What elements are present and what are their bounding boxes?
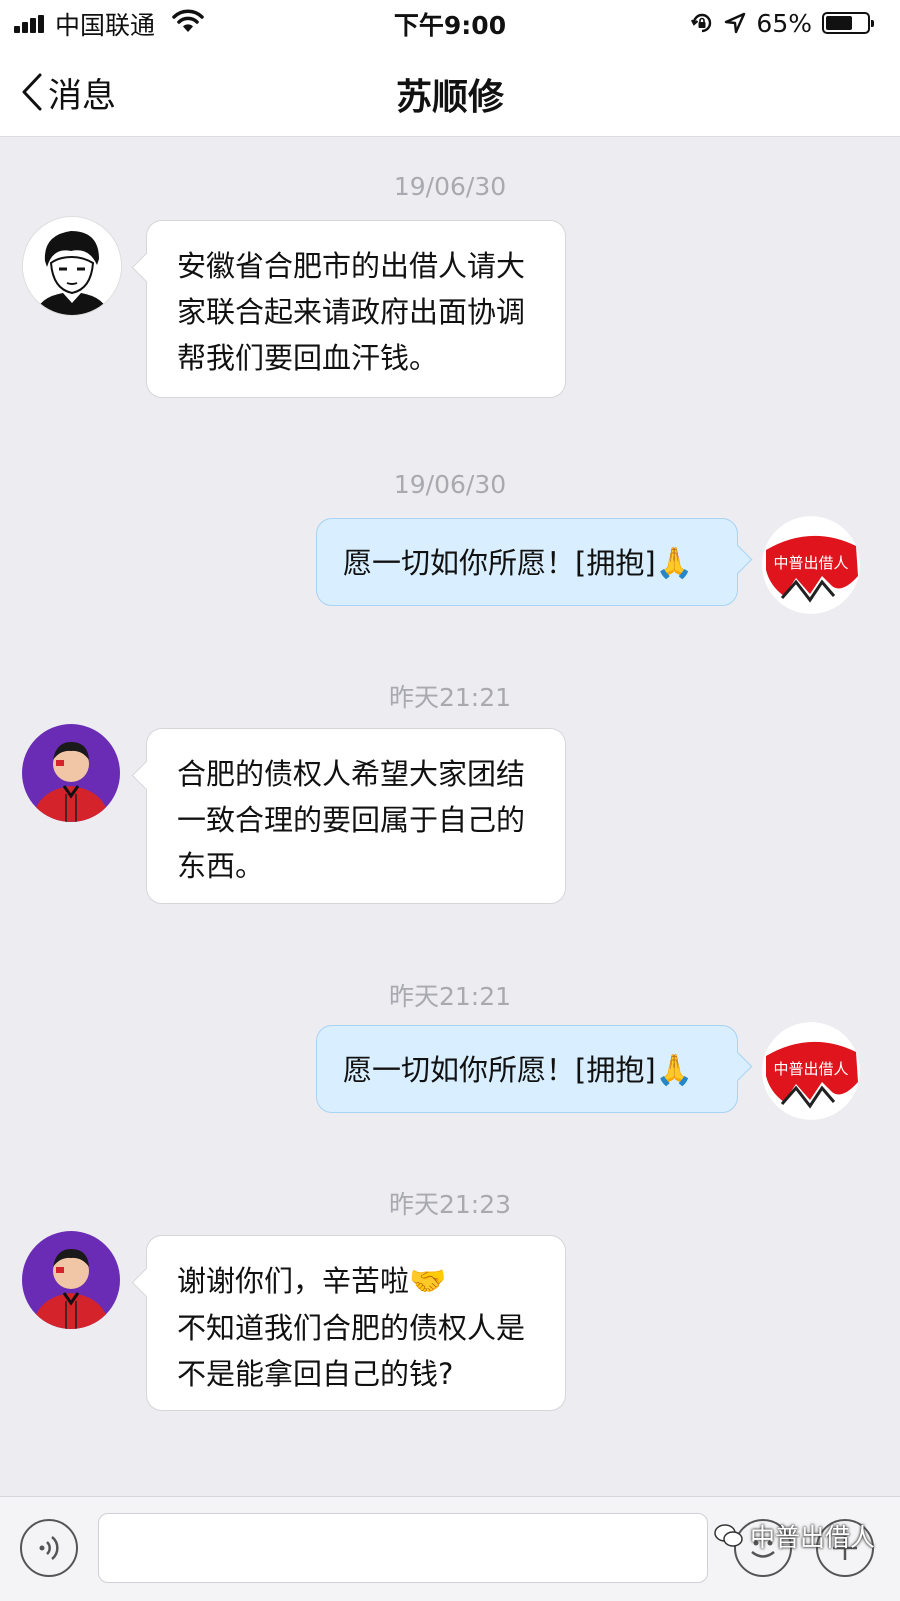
message-line: 一致合理的要回属于自己的 bbox=[177, 803, 526, 837]
message-line: 谢谢你们，辛苦啦 bbox=[177, 1264, 410, 1298]
timestamp: 19/06/30 bbox=[393, 172, 507, 201]
pray-emoji: 🙏 bbox=[655, 546, 693, 581]
logo-text: 中普出借人 bbox=[773, 1060, 848, 1078]
timestamp: 昨天21:21 bbox=[388, 982, 512, 1011]
message-bubble-incoming[interactable]: 安徽省合肥市的出借人请大 家联合起来请政府出面协调 帮我们要回血汗钱。 bbox=[146, 220, 566, 398]
battery-icon bbox=[822, 12, 874, 34]
message-text: 愿一切如你所愿！[拥抱] bbox=[343, 546, 656, 580]
message-line: 不是能拿回自己的钱? bbox=[177, 1357, 454, 1391]
timestamp: 19/06/30 bbox=[393, 470, 507, 499]
pray-emoji: 🙏 bbox=[655, 1053, 693, 1088]
message-line: 不知道我们合肥的债权人是 bbox=[177, 1311, 526, 1345]
sender-avatar[interactable] bbox=[22, 216, 122, 316]
message-line: 合肥的债权人希望大家团结 bbox=[177, 757, 526, 791]
message-line: 东西。 bbox=[177, 849, 265, 883]
top-bar: 中国联通 下午9:00 65% 消息 苏顺修 bbox=[0, 0, 900, 137]
location-icon bbox=[725, 12, 746, 34]
timestamp: 昨天21:21 bbox=[388, 683, 512, 712]
logo-text: 中普出借人 bbox=[773, 554, 848, 572]
wechat-icon bbox=[714, 1524, 743, 1547]
watermark: 中普出借人 bbox=[714, 1518, 875, 1554]
message-bubble-outgoing[interactable]: 愿一切如你所愿！[拥抱]🙏 bbox=[316, 518, 738, 606]
voice-button[interactable] bbox=[20, 1519, 78, 1577]
my-avatar[interactable]: 中普出借人 bbox=[762, 1022, 860, 1120]
handshake-emoji: 🤝 bbox=[409, 1264, 447, 1299]
battery-percent: 65% bbox=[756, 8, 812, 38]
timestamp: 昨天21:23 bbox=[388, 1190, 512, 1219]
sender-avatar[interactable] bbox=[22, 724, 120, 822]
status-right: 65% bbox=[690, 6, 874, 40]
voice-icon bbox=[39, 1536, 59, 1560]
message-line: 安徽省合肥市的出借人请大 bbox=[177, 249, 526, 283]
message-input[interactable] bbox=[98, 1513, 708, 1583]
message-text: 愿一切如你所愿！[拥抱] bbox=[343, 1053, 656, 1087]
status-bar: 中国联通 下午9:00 65% bbox=[0, 0, 900, 46]
chat-title: 苏顺修 bbox=[395, 77, 504, 118]
watermark-text: 中普出借人 bbox=[750, 1523, 876, 1552]
rotation-lock-icon bbox=[691, 13, 712, 33]
sender-avatar[interactable] bbox=[22, 1231, 120, 1329]
message-bubble-outgoing[interactable]: 愿一切如你所愿！[拥抱]🙏 bbox=[316, 1025, 738, 1113]
message-line: 帮我们要回血汗钱。 bbox=[177, 341, 439, 375]
message-bubble-incoming[interactable]: 合肥的债权人希望大家团结 一致合理的要回属于自己的 东西。 bbox=[146, 728, 566, 904]
message-bubble-incoming[interactable]: 谢谢你们，辛苦啦🤝 不知道我们合肥的债权人是 不是能拿回自己的钱? bbox=[146, 1235, 566, 1411]
my-avatar[interactable]: 中普出借人 bbox=[762, 516, 860, 614]
message-line: 家联合起来请政府出面协调 bbox=[177, 295, 526, 329]
